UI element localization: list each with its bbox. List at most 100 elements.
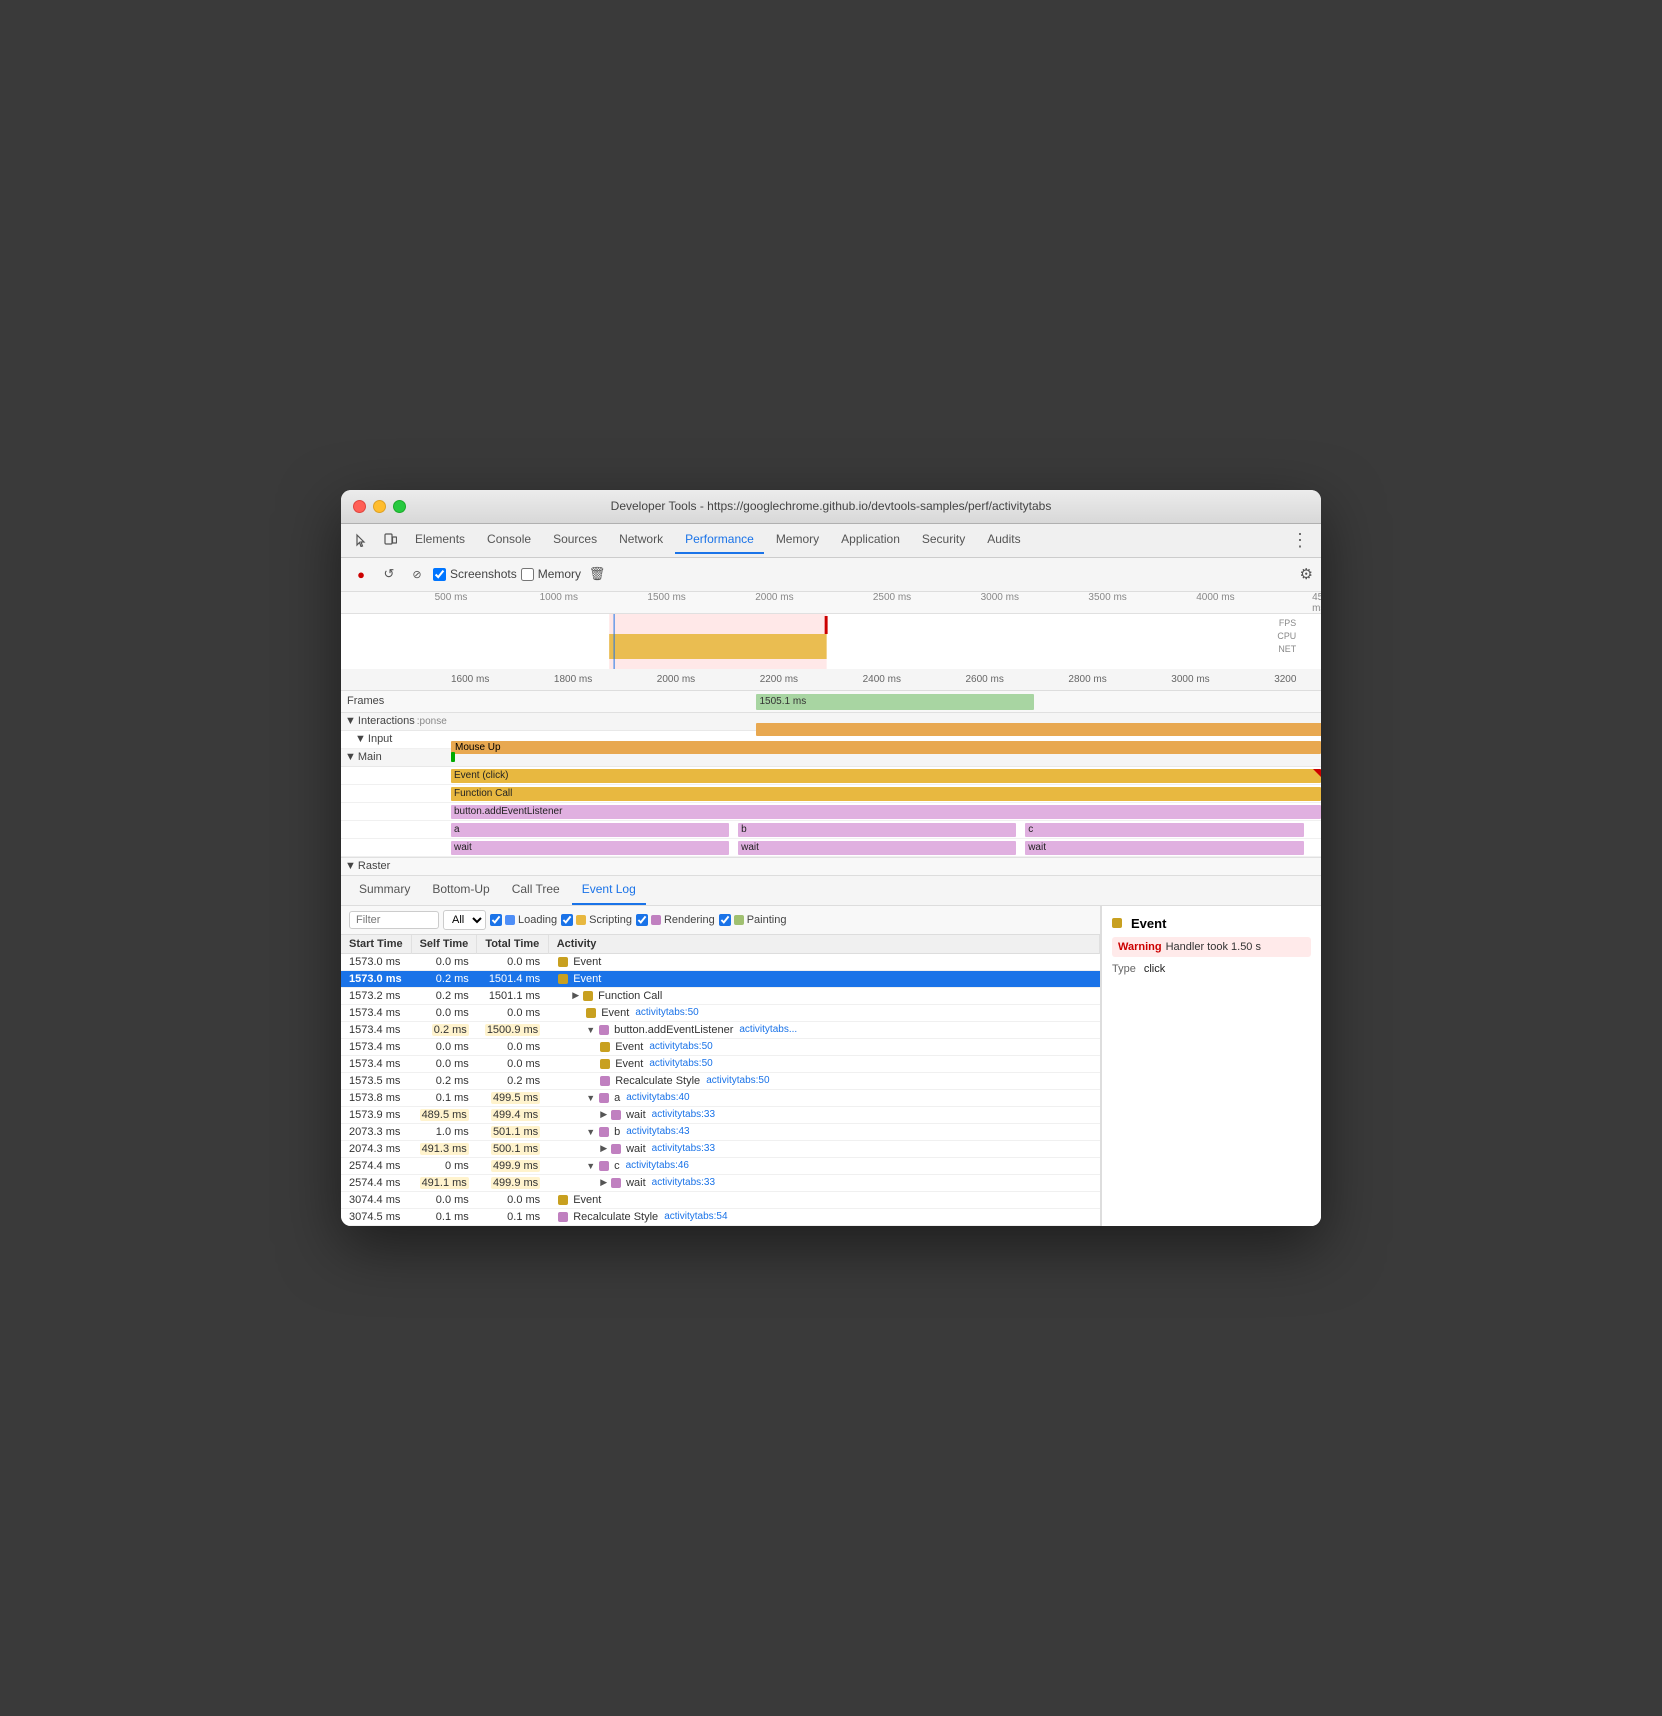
- activity-link[interactable]: activitytabs:33: [652, 1109, 715, 1120]
- tab-performance[interactable]: Performance: [675, 526, 764, 554]
- tab-console[interactable]: Console: [477, 526, 541, 554]
- table-header-row: Start Time Self Time Total Time Activity: [341, 935, 1100, 954]
- table-row[interactable]: 1573.9 ms489.5 ms499.4 ms▶waitactivityta…: [341, 1107, 1100, 1124]
- col-self-time: Self Time: [411, 935, 477, 954]
- tab-sources[interactable]: Sources: [543, 526, 607, 554]
- minimize-button[interactable]: [373, 500, 386, 513]
- tab-audits[interactable]: Audits: [977, 526, 1030, 554]
- rendering-checkbox[interactable]: Rendering: [636, 914, 715, 926]
- table-wrapper[interactable]: Start Time Self Time Total Time Activity…: [341, 935, 1100, 1227]
- right-panel-title: Event: [1112, 916, 1311, 931]
- frames-label: Frames: [341, 695, 451, 707]
- b-bar: b: [738, 823, 1016, 837]
- close-button[interactable]: [353, 500, 366, 513]
- tab-memory[interactable]: Memory: [766, 526, 829, 554]
- table-row[interactable]: 1573.4 ms0.0 ms0.0 msEventactivitytabs:5…: [341, 1039, 1100, 1056]
- main-indicator: [451, 752, 455, 762]
- svg-text:CPU: CPU: [1277, 631, 1296, 641]
- table-row[interactable]: 3074.4 ms0.0 ms0.0 msEvent: [341, 1192, 1100, 1209]
- table-row[interactable]: 2074.3 ms491.3 ms500.1 ms▶waitactivityta…: [341, 1141, 1100, 1158]
- function-call-row: Function Call: [341, 785, 1321, 803]
- activity-link[interactable]: activitytabs:43: [626, 1126, 689, 1137]
- right-panel: Event Warning Handler took 1.50 s Type c…: [1101, 906, 1321, 1227]
- wait-row: wait wait wait: [341, 839, 1321, 857]
- tab-elements[interactable]: Elements: [405, 526, 475, 554]
- tick-main-2800: 2800 ms: [1068, 674, 1106, 685]
- warning-message: Handler took 1.50 s: [1166, 941, 1261, 953]
- tick-main-3000: 3000 ms: [1171, 674, 1209, 685]
- timeline-area: 500 ms 1000 ms 1500 ms 2000 ms 2500 ms 3…: [341, 592, 1321, 876]
- tick-500ms: 500 ms: [435, 592, 468, 603]
- time-ruler-top: 500 ms 1000 ms 1500 ms 2000 ms 2500 ms 3…: [341, 592, 1321, 614]
- painting-checkbox[interactable]: Painting: [719, 914, 787, 926]
- table-row[interactable]: 2574.4 ms0 ms499.9 ms▼cactivitytabs:46: [341, 1158, 1100, 1175]
- scripting-checkbox[interactable]: Scripting: [561, 914, 632, 926]
- bottom-panel: Summary Bottom-Up Call Tree Event Log Al…: [341, 876, 1321, 1227]
- loading-checkbox[interactable]: Loading: [490, 914, 557, 926]
- event-click-row: Event (click): [341, 767, 1321, 785]
- table-row[interactable]: 1573.0 ms0.2 ms1501.4 msEvent: [341, 971, 1100, 988]
- button-listener-bar: button.addEventListener: [451, 805, 1321, 819]
- red-triangle: [1313, 769, 1321, 777]
- settings-icon[interactable]: ⚙: [1300, 565, 1313, 583]
- device-icon[interactable]: [377, 527, 403, 553]
- bottom-content: All Loading Scripting: [341, 906, 1321, 1227]
- interactions-arrow: ▼: [345, 715, 356, 727]
- table-row[interactable]: 1573.4 ms0.0 ms0.0 msEventactivitytabs:5…: [341, 1056, 1100, 1073]
- reload-button[interactable]: ↺: [377, 562, 401, 586]
- table-row[interactable]: 1573.2 ms0.2 ms1501.1 ms▶Function Call: [341, 988, 1100, 1005]
- activity-link[interactable]: activitytabs:50: [649, 1041, 712, 1052]
- table-row[interactable]: 1573.5 ms0.2 ms0.2 msRecalculate Styleac…: [341, 1073, 1100, 1090]
- a-bar: a: [451, 823, 729, 837]
- activity-link[interactable]: activitytabs:50: [649, 1058, 712, 1069]
- activity-link[interactable]: activitytabs:40: [626, 1092, 689, 1103]
- bottom-tabs: Summary Bottom-Up Call Tree Event Log: [341, 876, 1321, 906]
- svg-text:NET: NET: [1278, 644, 1296, 654]
- activity-link[interactable]: activitytabs...: [739, 1024, 797, 1035]
- cursor-icon[interactable]: [349, 527, 375, 553]
- activity-link[interactable]: activitytabs:46: [626, 1160, 689, 1171]
- input-label: Input: [368, 733, 392, 745]
- maximize-button[interactable]: [393, 500, 406, 513]
- interactions-label: Interactions: [358, 715, 415, 727]
- warning-label: Warning: [1118, 941, 1162, 953]
- activity-link[interactable]: activitytabs:33: [652, 1143, 715, 1154]
- activity-link[interactable]: activitytabs:33: [652, 1177, 715, 1188]
- trash-icon[interactable]: 🗑: [585, 562, 609, 586]
- tab-network[interactable]: Network: [609, 526, 673, 554]
- tick-main-1800: 1800 ms: [554, 674, 592, 685]
- time-ruler-main: 1600 ms 1800 ms 2000 ms 2200 ms 2400 ms …: [341, 669, 1321, 691]
- activity-link[interactable]: activitytabs:50: [706, 1075, 769, 1086]
- clear-button[interactable]: ⊘: [405, 562, 429, 586]
- table-body: 1573.0 ms0.0 ms0.0 msEvent1573.0 ms0.2 m…: [341, 953, 1100, 1226]
- more-tabs-icon[interactable]: ⋮: [1287, 526, 1313, 555]
- table-row[interactable]: 2574.4 ms491.1 ms499.9 ms▶waitactivityta…: [341, 1175, 1100, 1192]
- overview-bars[interactable]: FPS CPU NET: [341, 614, 1321, 669]
- table-row[interactable]: 1573.4 ms0.0 ms0.0 msEventactivitytabs:5…: [341, 1005, 1100, 1022]
- painting-dot: [734, 915, 744, 925]
- wait-bar-3: wait: [1025, 841, 1303, 855]
- tab-call-tree[interactable]: Call Tree: [502, 876, 570, 905]
- tab-bottom-up[interactable]: Bottom-Up: [422, 876, 499, 905]
- table-row[interactable]: 2073.3 ms1.0 ms501.1 ms▼bactivitytabs:43: [341, 1124, 1100, 1141]
- memory-checkbox[interactable]: Memory: [521, 567, 581, 581]
- filter-select[interactable]: All: [443, 910, 486, 930]
- tick-main-2400: 2400 ms: [863, 674, 901, 685]
- record-button[interactable]: ●: [349, 562, 373, 586]
- tabs-bar: Elements Console Sources Network Perform…: [341, 524, 1321, 558]
- table-row[interactable]: 1573.8 ms0.1 ms499.5 ms▼aactivitytabs:40: [341, 1090, 1100, 1107]
- activity-link[interactable]: activitytabs:54: [664, 1211, 727, 1222]
- tab-security[interactable]: Security: [912, 526, 975, 554]
- tab-summary[interactable]: Summary: [349, 876, 420, 905]
- activity-link[interactable]: activitytabs:50: [635, 1007, 698, 1018]
- tab-application[interactable]: Application: [831, 526, 910, 554]
- interaction-bar: [756, 723, 1322, 736]
- table-row[interactable]: 1573.0 ms0.0 ms0.0 msEvent: [341, 953, 1100, 971]
- screenshots-checkbox[interactable]: Screenshots: [433, 567, 517, 581]
- tab-event-log[interactable]: Event Log: [572, 876, 646, 905]
- filter-input[interactable]: [349, 911, 439, 929]
- title-bar: Developer Tools - https://googlechrome.g…: [341, 490, 1321, 524]
- table-row[interactable]: 3074.5 ms0.1 ms0.1 msRecalculate Styleac…: [341, 1209, 1100, 1226]
- table-row[interactable]: 1573.4 ms0.2 ms1500.9 ms▼button.addEvent…: [341, 1022, 1100, 1039]
- button-listener-row: button.addEventListener: [341, 803, 1321, 821]
